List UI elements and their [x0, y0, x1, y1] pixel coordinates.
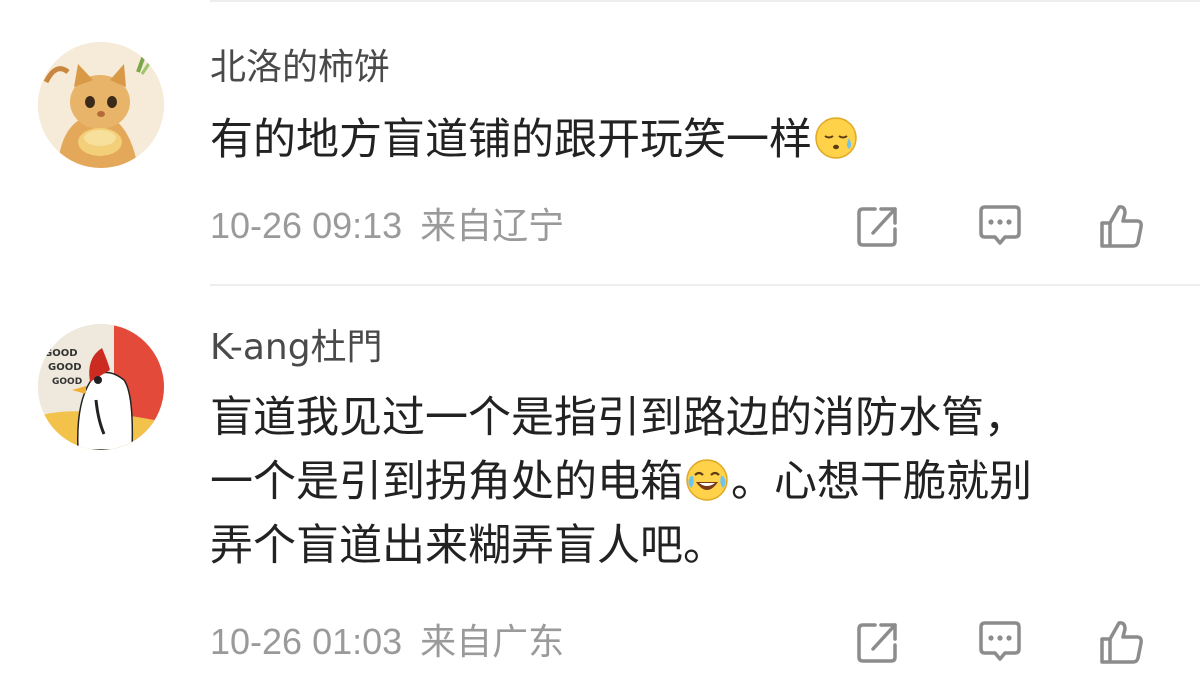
comment-meta: 10-26 09:13 来自辽宁	[210, 204, 564, 249]
username[interactable]: 北洛的柿饼	[210, 46, 390, 90]
reply-button[interactable]	[974, 200, 1026, 252]
comment-meta: 10-26 01:03 来自广东	[210, 620, 564, 665]
comment-text: 有的地方盲道铺的跟开玩笑一样	[210, 110, 1170, 170]
comment-feed: 北洛的柿饼 有的地方盲道铺的跟开玩笑一样 10-26 09:13 来自辽宁 GO…	[0, 0, 1200, 697]
timestamp: 10-26 01:03	[210, 621, 403, 662]
comment-line: 一个是引到拐角处的电箱 。心想干脆就别	[210, 450, 1170, 514]
share-button[interactable]	[852, 200, 904, 252]
rooster-avatar-icon: GOOD GOOD GOOD	[38, 324, 164, 450]
comment-item: GOOD GOOD GOOD K-ang杜門 盲道我见过一个是指引到路边的消防水…	[0, 286, 1200, 697]
location: 来自辽宁	[420, 206, 565, 247]
comment-text-part: 有的地方盲道铺的跟开玩笑一样	[210, 115, 812, 165]
comment-line: 盲道我见过一个是指引到路边的消防水管，	[210, 393, 1027, 443]
like-button[interactable]	[1096, 200, 1148, 252]
location: 来自广东	[420, 622, 565, 663]
thumbs-up-icon	[1100, 621, 1143, 664]
avatar-text: GOOD	[48, 362, 82, 373]
sleepy-sweat-emoji-icon	[814, 116, 858, 160]
comment-line: 弄个盲道出来糊弄盲人吧。	[210, 521, 726, 571]
comment-icon	[979, 621, 1021, 661]
comment-text-part: 一个是引到拐角处的电箱	[210, 457, 683, 507]
comment-text: 盲道我见过一个是指引到路边的消防水管， 一个是引到拐角处的电箱 。心想干脆就别 …	[210, 386, 1170, 578]
comment-text-part: 。心想干脆就别	[731, 457, 1032, 507]
avatar[interactable]	[38, 42, 164, 168]
like-button[interactable]	[1096, 616, 1148, 668]
avatar-text: GOOD	[44, 348, 78, 359]
share-icon	[857, 207, 897, 247]
cartoon-cat-avatar-icon	[38, 42, 164, 168]
share-icon	[857, 623, 897, 663]
username[interactable]: K-ang杜門	[210, 326, 383, 370]
laugh-cry-emoji-icon	[685, 458, 729, 502]
avatar[interactable]: GOOD GOOD GOOD	[38, 324, 164, 450]
avatar-text: GOOD	[52, 377, 82, 387]
reply-button[interactable]	[974, 616, 1026, 668]
comment-item: 北洛的柿饼 有的地方盲道铺的跟开玩笑一样 10-26 09:13 来自辽宁	[0, 0, 1200, 284]
timestamp: 10-26 09:13	[210, 205, 403, 246]
thumbs-up-icon	[1100, 205, 1143, 248]
share-button[interactable]	[852, 616, 904, 668]
comment-icon	[979, 205, 1021, 245]
